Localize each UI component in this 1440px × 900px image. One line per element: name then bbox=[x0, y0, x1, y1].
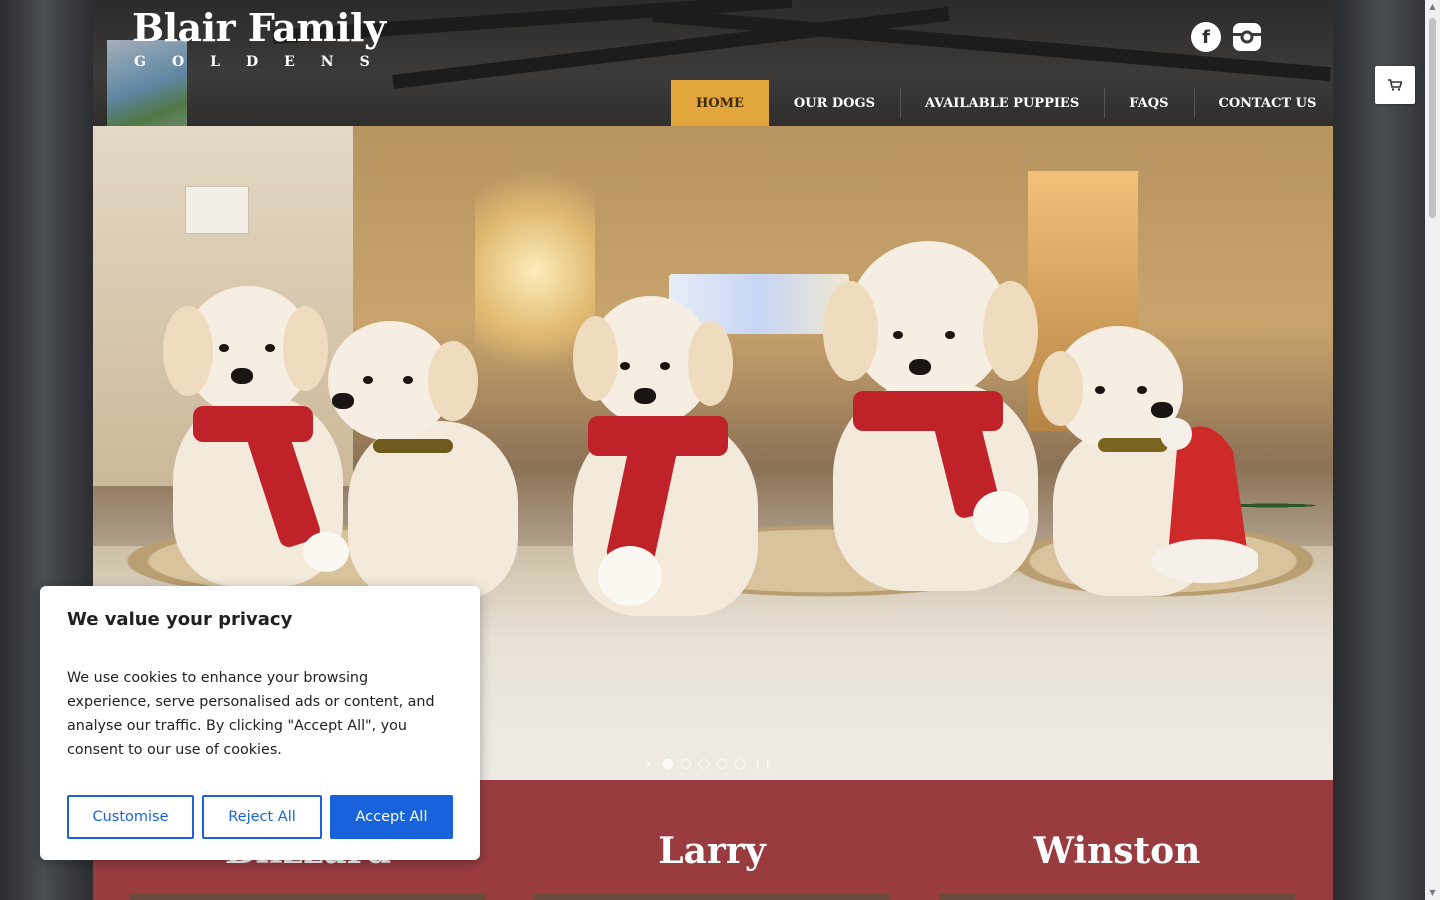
nav-our-dogs[interactable]: OUR DOGS bbox=[769, 80, 900, 126]
site-header: Blair Family GOLDENS f HOME OUR DOGS AVA… bbox=[93, 0, 1333, 126]
cart-button[interactable] bbox=[1375, 66, 1415, 104]
slider-dot-1[interactable] bbox=[663, 758, 673, 769]
slider-dot-4[interactable] bbox=[717, 758, 727, 769]
logo-subtitle: GOLDENS bbox=[134, 54, 396, 70]
dog-photo-larry[interactable] bbox=[534, 894, 890, 900]
scroll-down-icon[interactable]: ▼ bbox=[1425, 886, 1440, 900]
nav-contact-us[interactable]: CONTACT US bbox=[1193, 80, 1334, 126]
slider-dot-5[interactable] bbox=[735, 758, 745, 769]
dog-name-larry[interactable]: Larry bbox=[534, 830, 890, 872]
scroll-up-icon[interactable]: ▲ bbox=[1425, 0, 1440, 14]
nav-available-puppies[interactable]: AVAILABLE PUPPIES bbox=[900, 80, 1104, 126]
slider-next-arrow-icon[interactable]: › bbox=[641, 754, 655, 773]
logo-title: Blair Family bbox=[132, 5, 386, 50]
facebook-glyph: f bbox=[1202, 26, 1210, 48]
nav-faqs[interactable]: FAQS bbox=[1104, 80, 1193, 126]
slider-dot-3[interactable] bbox=[699, 758, 709, 769]
dog-photo-winston[interactable] bbox=[939, 894, 1295, 900]
puppy-image bbox=[813, 241, 1053, 591]
scrollbar-thumb[interactable] bbox=[1429, 18, 1436, 218]
page-scrollbar[interactable]: ▲ ▼ bbox=[1425, 0, 1440, 900]
reject-all-button[interactable]: Reject All bbox=[202, 795, 322, 839]
santa-hat-image bbox=[1148, 416, 1261, 586]
cart-icon bbox=[1388, 79, 1402, 91]
light-switch-image bbox=[185, 186, 249, 234]
cookie-actions: Customise Reject All Accept All bbox=[67, 795, 453, 839]
slider-pause-icon[interactable]: ❙❙ bbox=[753, 757, 773, 770]
cookie-title: We value your privacy bbox=[67, 609, 293, 630]
slider-controls: › ❙❙ bbox=[641, 754, 773, 773]
customise-button[interactable]: Customise bbox=[67, 795, 194, 839]
puppy-image bbox=[318, 321, 518, 601]
main-nav: HOME OUR DOGS AVAILABLE PUPPIES FAQS CON… bbox=[671, 80, 1333, 126]
instagram-glyph bbox=[1233, 23, 1261, 51]
site-logo[interactable]: Blair Family GOLDENS bbox=[132, 5, 396, 71]
cookie-consent-banner: We value your privacy We use cookies to … bbox=[40, 586, 480, 860]
dog-name-winston[interactable]: Winston bbox=[939, 830, 1295, 872]
nav-home[interactable]: HOME bbox=[671, 80, 769, 126]
puppy-image bbox=[548, 296, 768, 616]
slider-dot-2[interactable] bbox=[681, 758, 691, 769]
accept-all-button[interactable]: Accept All bbox=[330, 795, 453, 839]
facebook-icon[interactable]: f bbox=[1191, 22, 1221, 52]
cookie-body: We use cookies to enhance your browsing … bbox=[67, 670, 435, 758]
instagram-icon[interactable] bbox=[1231, 22, 1263, 52]
dog-photo-blizzard[interactable] bbox=[130, 894, 486, 900]
